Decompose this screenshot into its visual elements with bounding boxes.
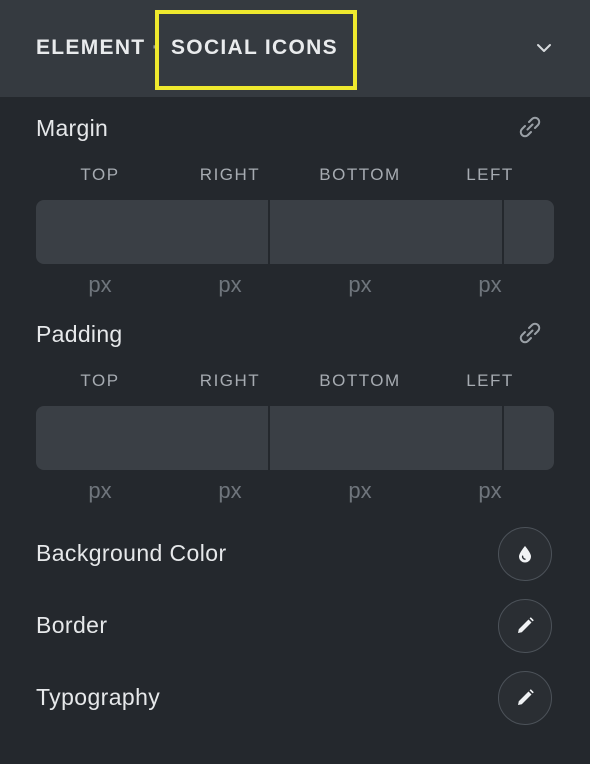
margin-title: Margin — [36, 115, 109, 141]
border-edit-button[interactable] — [498, 599, 552, 653]
background-color-button[interactable] — [498, 527, 552, 581]
padding-unit-left: px — [478, 478, 502, 503]
margin-inputs — [36, 200, 554, 264]
droplet-icon — [519, 546, 531, 563]
margin-bottom-input[interactable] — [502, 200, 554, 264]
margin-unit-top: px — [88, 272, 112, 297]
margin-right-input[interactable] — [268, 200, 502, 264]
padding-bottom-input[interactable] — [502, 406, 554, 470]
padding-unit-top: px — [88, 478, 112, 503]
chevron-down-icon[interactable] — [534, 38, 554, 58]
margin-link-icon[interactable] — [516, 113, 544, 141]
margin-label-left: LEFT — [466, 165, 514, 184]
background-color-label: Background Color — [36, 540, 227, 566]
breadcrumb-parent[interactable]: ELEMENT — [36, 36, 145, 60]
margin-label-top: TOP — [80, 165, 120, 184]
pencil-icon — [518, 617, 534, 633]
padding-label-bottom: BOTTOM — [319, 371, 401, 390]
padding-unit-bottom: px — [348, 478, 372, 503]
padding-inputs — [36, 406, 554, 470]
padding-right-input[interactable] — [268, 406, 502, 470]
padding-label-top: TOP — [80, 371, 120, 390]
padding-unit-right: px — [218, 478, 242, 503]
margin-top-input[interactable] — [36, 200, 268, 264]
border-label: Border — [36, 612, 108, 638]
margin-label-right: RIGHT — [199, 165, 261, 184]
padding-top-input[interactable] — [36, 406, 268, 470]
breadcrumb-current: SOCIAL ICONS — [171, 36, 338, 59]
margin-unit-bottom: px — [348, 272, 372, 297]
padding-link-icon[interactable] — [516, 319, 544, 347]
padding-label-left: LEFT — [466, 371, 514, 390]
pencil-icon — [518, 689, 534, 705]
panel-header: ELEMENT · SOCIAL ICONS — [0, 0, 590, 97]
padding-title: Padding — [36, 321, 123, 347]
margin-unit-left: px — [478, 272, 502, 297]
typography-edit-button[interactable] — [498, 671, 552, 725]
margin-unit-right: px — [218, 272, 242, 297]
typography-label: Typography — [36, 684, 161, 710]
margin-label-bottom: BOTTOM — [319, 165, 401, 184]
padding-label-right: RIGHT — [199, 371, 261, 390]
